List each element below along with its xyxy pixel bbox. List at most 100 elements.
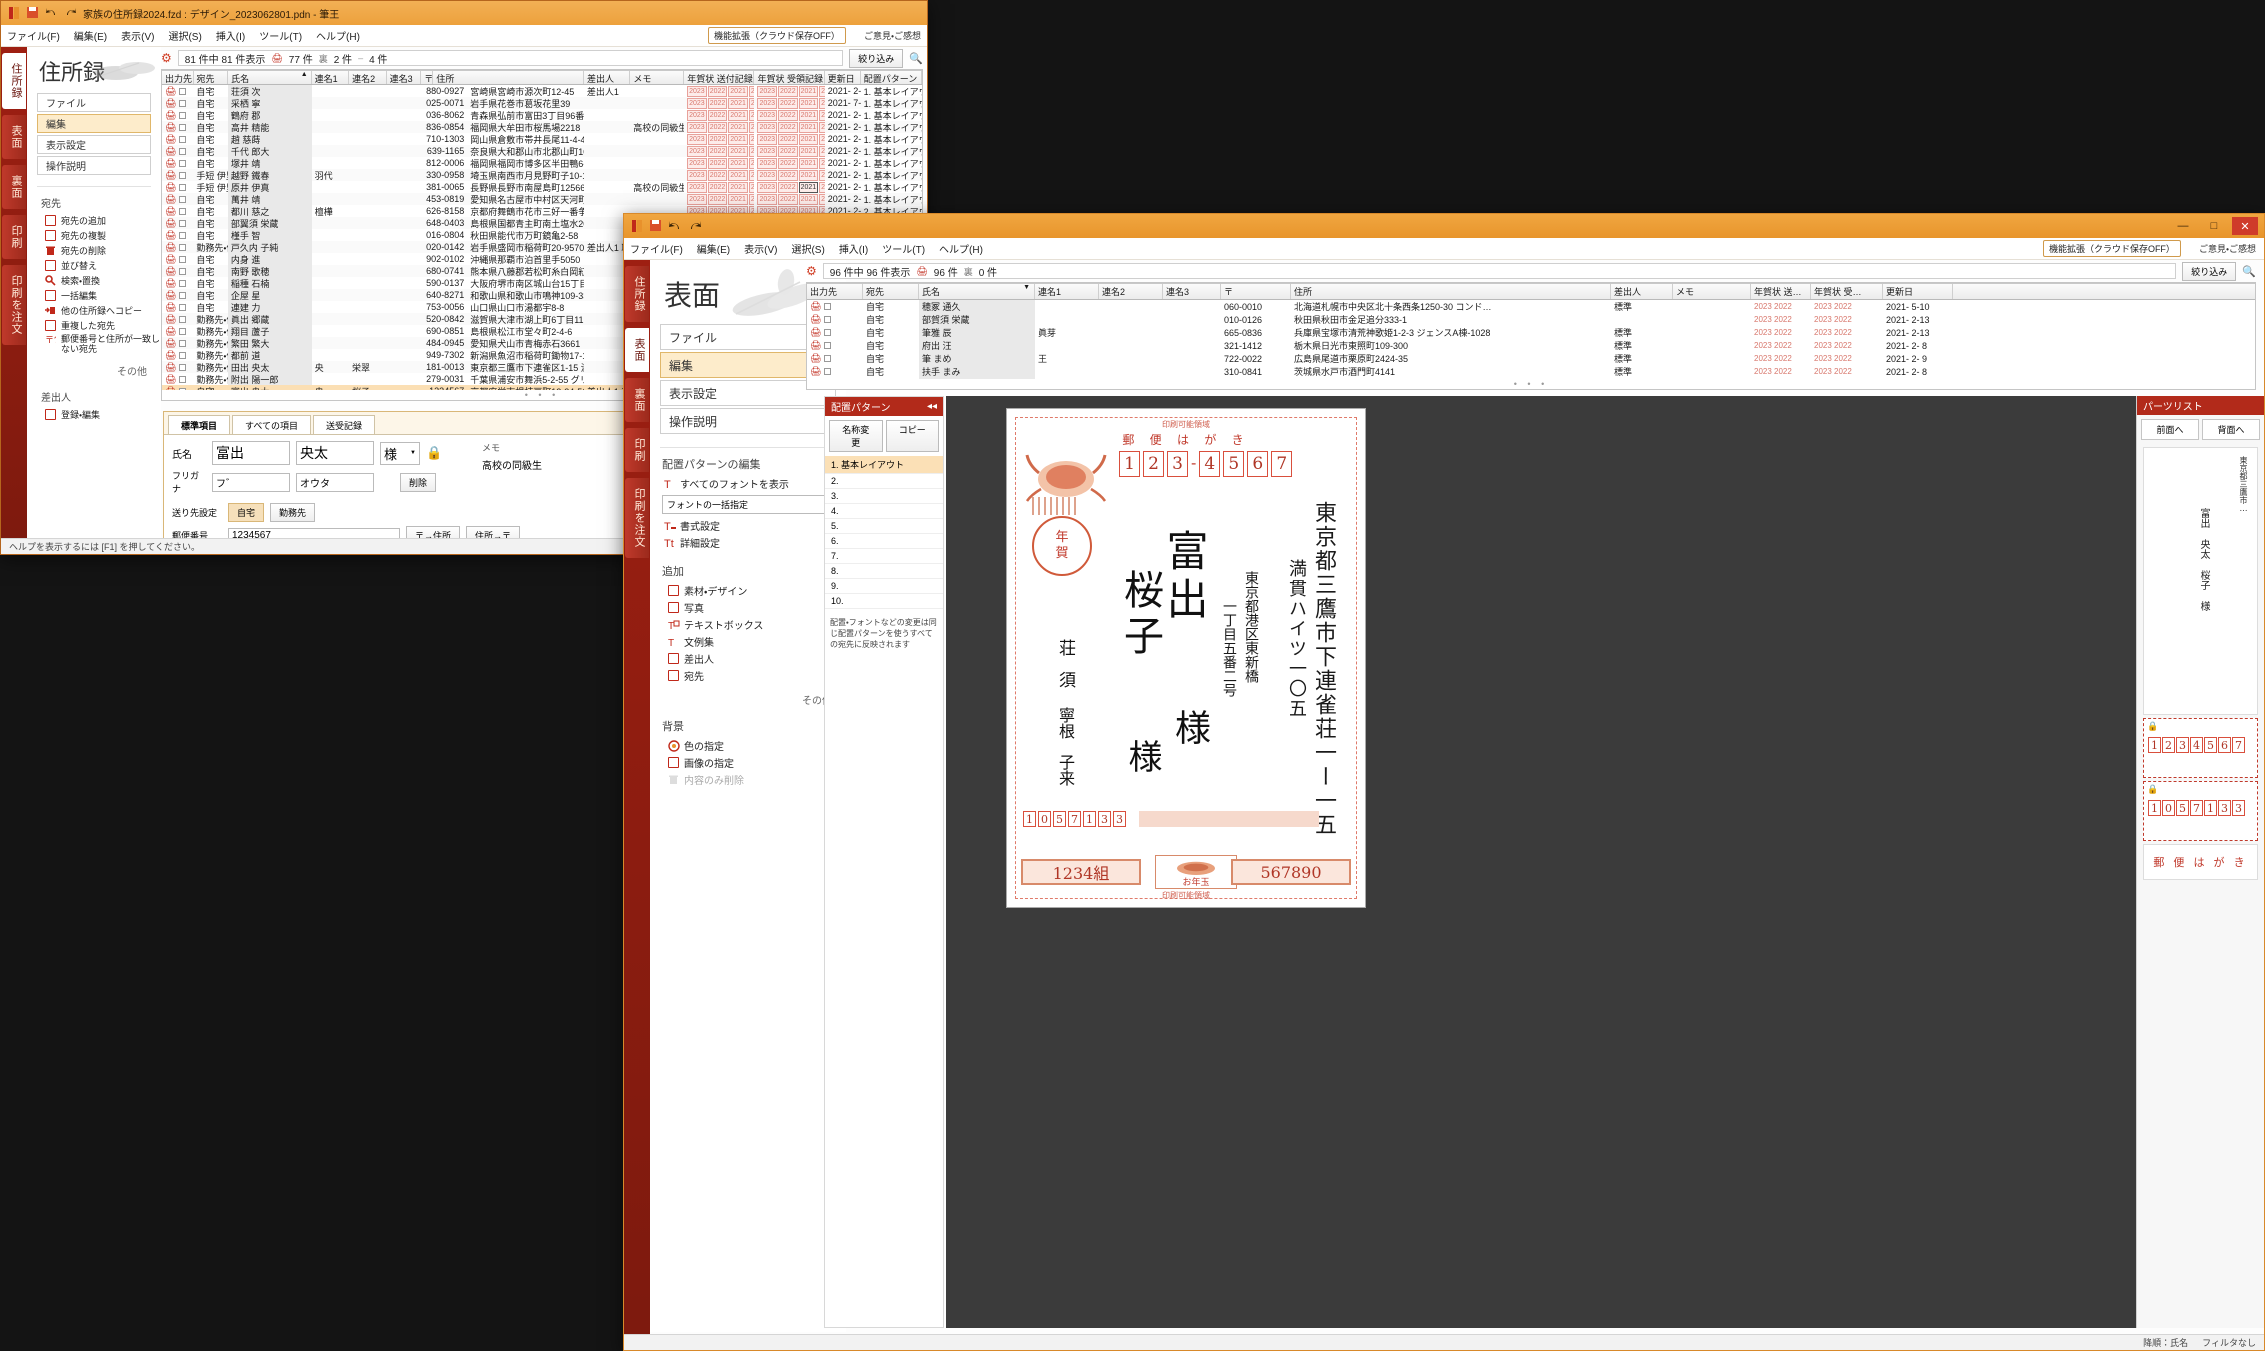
postcard-canvas[interactable]: 印刷可能領域 印刷可能領域 郵 便 は が き 1 2 3: [946, 396, 2136, 1328]
print-icon[interactable]: 🖨: [165, 314, 176, 324]
table-row[interactable]: 🖨 自宅荘須 次880-0927宮崎県宮崎市源次町12-45差出人1202320…: [162, 85, 922, 97]
row-checkbox[interactable]: [179, 244, 186, 251]
year-cell[interactable]: 2022: [708, 170, 728, 181]
year-cell[interactable]: 2021: [728, 98, 748, 109]
year-cell[interactable]: 2023: [757, 146, 777, 157]
print-icon[interactable]: 🖨: [165, 182, 176, 192]
table-row[interactable]: 🖨 自宅采栖 寧025-0071岩手県花巻市葛坂花里39202320222021…: [162, 97, 922, 109]
parts-order-tabs[interactable]: 前面へ 背面へ: [2137, 415, 2264, 444]
col-pattern[interactable]: 配置パターン: [861, 71, 922, 84]
table-row[interactable]: 🖨 自宅筆雅 辰眞芽665-0836兵庫県宝塚市清荒神歌姫1-2-3 ジェンスA…: [807, 326, 2255, 339]
sender-zip-digit[interactable]: 5: [1053, 811, 1066, 827]
parts-item-zip-2[interactable]: 🔒 1 0 5 7 1 3 3: [2143, 781, 2258, 841]
row-checkbox[interactable]: [824, 316, 831, 323]
rail-tab-order[interactable]: 印刷を注文: [2, 265, 26, 345]
col2-r2[interactable]: 連名2: [1099, 284, 1163, 299]
recipient-name-2[interactable]: 桜子: [1111, 569, 1169, 661]
menu2-file[interactable]: ファイル(F): [630, 241, 683, 256]
row-checkbox[interactable]: [179, 208, 186, 215]
row-checkbox[interactable]: [179, 148, 186, 155]
year-cell[interactable]: 2021: [728, 110, 748, 121]
undo-icon[interactable]: [45, 6, 59, 20]
sub-address-line1[interactable]: 東京都港区東新橋: [1241, 571, 1261, 683]
nav2-bg-color[interactable]: 色の指定: [650, 737, 846, 754]
year-cell[interactable]: 2021: [728, 194, 748, 205]
print-icon[interactable]: 🖨: [165, 146, 176, 156]
sender-line-1[interactable]: 荘: [1053, 639, 1078, 656]
col-zip[interactable]: 〒: [421, 71, 433, 84]
nav2-textbox[interactable]: T テキストボックス: [650, 616, 846, 633]
print-icon[interactable]: 🖨: [165, 98, 176, 108]
print-icon[interactable]: 🖨: [165, 374, 176, 384]
table-row[interactable]: 🖨 手短 伊里越野 鐵春羽代330-0958埼玉県南西市月見野町子10-1020…: [162, 169, 922, 181]
row-checkbox[interactable]: [179, 280, 186, 287]
nav2-material-design[interactable]: 素材・デザイン: [650, 582, 846, 599]
row-checkbox[interactable]: [179, 328, 186, 335]
nav-item-delete-recipient[interactable]: 宛先の削除: [27, 243, 161, 258]
year-cell[interactable]: 2023: [757, 158, 777, 169]
row-checkbox[interactable]: [179, 88, 186, 95]
year-cell[interactable]: 2022: [708, 110, 728, 121]
tab-all-fields[interactable]: すべての項目: [232, 415, 311, 435]
sender-line-4[interactable]: 子来: [1053, 754, 1077, 786]
col2-dest[interactable]: 宛先: [863, 284, 919, 299]
sender-line-3[interactable]: 寧根: [1053, 707, 1077, 739]
print-icon[interactable]: 🖨: [165, 362, 176, 372]
nav2-operation-guide[interactable]: 操作説明: [660, 408, 836, 434]
row-checkbox[interactable]: [824, 303, 831, 310]
menu-select[interactable]: 選択(S): [168, 28, 201, 43]
tab-send-receive-record[interactable]: 送受記録: [313, 415, 375, 435]
print-icon[interactable]: 🖨: [810, 301, 821, 311]
window1-titlebar[interactable]: 家族の住所録2024.fzd : デザイン_2023062801.pdn - 筆…: [1, 1, 927, 25]
year-cell[interactable]: 2022: [778, 158, 798, 169]
bring-to-front-button[interactable]: 前面へ: [2141, 419, 2199, 440]
rail-tab-print[interactable]: 印刷: [2, 215, 26, 259]
window1-grid-header[interactable]: 出力先 宛先 氏名 ▲ 連名1 連名2 連名3 〒 住所 差出人 メモ 年賀状 …: [162, 70, 922, 85]
feedback-link-2[interactable]: ご意見・ご感想: [2199, 242, 2256, 255]
year-cell[interactable]: 2022: [708, 182, 728, 193]
zip-code-boxes[interactable]: 1 2 3 - 4 5 6 7: [1119, 451, 1292, 477]
col-send-record[interactable]: 年賀状 送付記録: [684, 71, 754, 84]
tab-standard-fields[interactable]: 標準項目: [168, 415, 230, 435]
year-cell[interactable]: 2022: [708, 86, 728, 97]
row-checkbox[interactable]: [824, 329, 831, 336]
parts-item-address-text[interactable]: 東京都三鷹市… 富出 央太 桜子 様: [2143, 447, 2258, 715]
year-cell[interactable]: 2023: [757, 122, 777, 133]
rail2-tab-address[interactable]: 住所録: [625, 266, 649, 322]
cloud-extension-button-2[interactable]: 機能拡張（クラウド保存OFF）: [2043, 240, 2181, 257]
print-icon[interactable]: 🖨: [165, 266, 176, 276]
year-cell[interactable]: 2022: [778, 110, 798, 121]
print-icon[interactable]: 🖨: [165, 86, 176, 96]
nav-operation-guide[interactable]: 操作説明: [37, 156, 151, 175]
rename-pattern-button[interactable]: 名称変更: [829, 420, 883, 452]
sender-zip-boxes[interactable]: 1 0 5 7 1 3 3: [1023, 811, 1126, 827]
year-cell[interactable]: 2023: [687, 110, 707, 121]
year-cell[interactable]: 2023: [687, 158, 707, 169]
settings-gear-icon[interactable]: ⚙: [161, 51, 172, 65]
col2-r1[interactable]: 連名1: [1035, 284, 1099, 299]
window2-tab-rail[interactable]: 住所録 表面 裏面 印刷 印刷を注文: [624, 260, 650, 1350]
nav2-sender[interactable]: 差出人: [650, 650, 846, 667]
window2-menubar[interactable]: ファイル(F) 編集(E) 表示(V) 選択(S) 挿入(I) ツール(T) ヘ…: [624, 238, 2264, 260]
year-cell[interactable]: 2021: [799, 86, 819, 97]
print-icon[interactable]: 🖨: [165, 122, 176, 132]
print-icon[interactable]: 🖨: [165, 206, 176, 216]
table-row[interactable]: 🖨 自宅筆 まめ王722-0022広島県尾道市栗原町2424-35標準2023 …: [807, 352, 2255, 365]
print-icon[interactable]: 🖨: [810, 314, 821, 324]
print-icon[interactable]: 🖨: [165, 326, 176, 336]
redo-icon[interactable]: [64, 6, 78, 20]
year-cell[interactable]: 2021: [799, 194, 819, 205]
nav-item-duplicates[interactable]: 重複した宛先: [27, 318, 161, 333]
grid2-resize-dots[interactable]: • • •: [807, 379, 2255, 389]
row-checkbox[interactable]: [179, 160, 186, 167]
year-cell[interactable]: 2021: [799, 98, 819, 109]
nav-item-search-replace[interactable]: 検索・置換: [27, 273, 161, 288]
layout-pattern-item[interactable]: 2.: [825, 474, 943, 489]
filter-button-1[interactable]: 絞り込み: [849, 49, 903, 68]
col2-name[interactable]: 氏名 ▼: [919, 284, 1035, 299]
year-cell[interactable]: 2021: [799, 182, 819, 193]
nav2-detail-setting[interactable]: Tt 詳細設定: [650, 534, 846, 551]
cloud-extension-button[interactable]: 機能拡張（クラウド保存OFF）: [708, 27, 846, 44]
year-cell[interactable]: 2022: [778, 122, 798, 133]
row-checkbox[interactable]: [179, 316, 186, 323]
